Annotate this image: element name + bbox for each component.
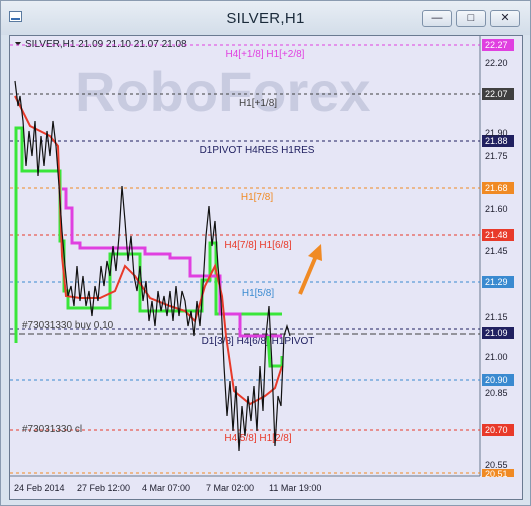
svg-text:21.45: 21.45 (485, 246, 508, 256)
svg-text:21.75: 21.75 (485, 151, 508, 161)
svg-text:20.70: 20.70 (485, 425, 508, 435)
svg-text:21.60: 21.60 (485, 204, 508, 214)
svg-text:20.51: 20.51 (485, 469, 508, 479)
svg-text:21.15: 21.15 (485, 312, 508, 322)
svg-text:4 Mar 07:00: 4 Mar 07:00 (142, 483, 190, 493)
svg-text:7 Mar 02:00: 7 Mar 02:00 (206, 483, 254, 493)
restore-icon: □ (467, 12, 475, 24)
price-chart[interactable]: RoboForex SILVER,H1 21.09 21.10 21.07 21… (10, 36, 522, 499)
chart-window: SILVER,H1 — □ ✕ RoboForex SILVER,H1 21.0… (0, 0, 531, 506)
close-button[interactable]: ✕ (490, 10, 520, 27)
svg-text:21.29: 21.29 (485, 277, 508, 287)
level-label: H4[5/8] H1[2/8] (224, 433, 291, 444)
svg-text:24 Feb 2014: 24 Feb 2014 (14, 483, 65, 493)
svg-text:22.20: 22.20 (485, 58, 508, 68)
svg-text:11 Mar 19:00: 11 Mar 19:00 (269, 483, 321, 493)
level-label: H1[+1/8] (239, 98, 277, 109)
level-label: D1PIVOT H4RES H1RES (200, 145, 315, 156)
close-icon: ✕ (500, 12, 510, 24)
svg-text:27 Feb 12:00: 27 Feb 12:00 (77, 483, 130, 493)
buy-order-label: #73031330 buy 0.10 (22, 320, 114, 331)
svg-text:21.00: 21.00 (485, 352, 508, 362)
svg-text:20.90: 20.90 (485, 375, 508, 385)
level-label: D1[3/8] H4[6/8] H1PIVOT (202, 336, 315, 347)
svg-text:22.27: 22.27 (485, 40, 508, 50)
level-label: H1[7/8] (241, 192, 273, 203)
x-axis-ticks: 24 Feb 2014 27 Feb 12:00 4 Mar 07:00 7 M… (14, 483, 321, 493)
level-label: H4[+1/8] H1[+2/8] (226, 49, 305, 60)
svg-text:20.55: 20.55 (485, 460, 508, 470)
minimize-button[interactable]: — (422, 10, 452, 27)
title-bar[interactable]: SILVER,H1 — □ ✕ (1, 1, 530, 35)
minimize-icon: — (431, 12, 443, 24)
chart-area[interactable]: RoboForex SILVER,H1 21.09 21.10 21.07 21… (9, 35, 523, 500)
level-label: H1[5/8] (242, 288, 274, 299)
svg-text:22.07: 22.07 (485, 89, 508, 99)
svg-text:21.09: 21.09 (485, 328, 508, 338)
close-order-label: #73031330 cl (22, 424, 82, 435)
restore-button[interactable]: □ (456, 10, 486, 27)
watermark-logo: RoboForex (75, 60, 371, 123)
level-label: H4[7/8] H1[6/8] (224, 240, 291, 251)
svg-text:21.68: 21.68 (485, 183, 508, 193)
svg-text:20.85: 20.85 (485, 388, 508, 398)
svg-text:21.48: 21.48 (485, 230, 508, 240)
svg-text:21.90: 21.90 (485, 128, 508, 138)
